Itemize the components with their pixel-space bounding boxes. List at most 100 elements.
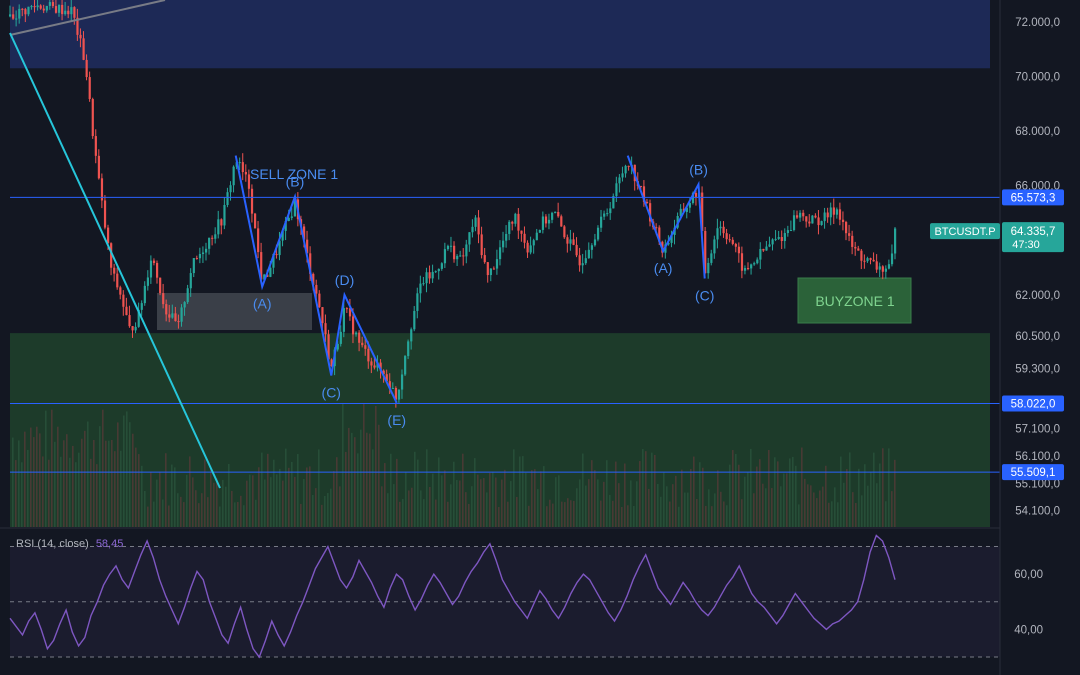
volume-bar [612, 500, 614, 527]
candle-body [462, 255, 465, 257]
volume-bar [276, 474, 278, 527]
price-tick-label: 68.000,0 [1015, 126, 1060, 138]
volume-bar [444, 470, 446, 527]
candle-body [526, 242, 529, 253]
sell-zone-label: SELL ZONE 1 [250, 166, 338, 182]
candle-body [437, 268, 440, 272]
candle-body [82, 38, 85, 60]
volume-bar [351, 432, 353, 527]
volume-bar [579, 479, 581, 527]
candle-body [116, 273, 119, 288]
volume-bar [417, 459, 419, 527]
candle-body [27, 6, 30, 15]
volume-bar [144, 490, 146, 527]
volume-bar [480, 479, 482, 527]
candle-body [606, 213, 609, 215]
volume-bar [870, 472, 872, 527]
candle-body [511, 221, 514, 224]
volume-bar [735, 454, 737, 527]
volume-bar [660, 496, 662, 527]
volume-bar [72, 445, 74, 527]
candle-body [70, 7, 73, 15]
candle-body [624, 165, 627, 174]
candle-body [449, 245, 453, 247]
volume-bar [789, 458, 791, 527]
volume-bar [729, 464, 731, 527]
candle-body [609, 208, 612, 214]
wave-label: (A) [654, 260, 673, 276]
volume-bar [894, 459, 896, 527]
candle-body [532, 240, 535, 246]
candle-body [480, 234, 483, 256]
volume-bar [30, 427, 32, 527]
candle-body [615, 183, 618, 197]
candle-body [253, 213, 257, 229]
volume-bar [606, 460, 608, 527]
volume-bar [723, 501, 725, 527]
volume-bar [126, 411, 128, 527]
candle-body [520, 230, 523, 234]
candle-body [413, 310, 416, 330]
volume-bar [333, 471, 335, 527]
volume-bar [885, 501, 887, 527]
rsi-pane[interactable]: 60,00 40,00 [0, 527, 1043, 659]
volume-bar [528, 505, 530, 527]
candle-body [223, 205, 226, 226]
volume-bar [477, 474, 479, 527]
volume-bar [297, 454, 299, 527]
wave-label: (E) [387, 412, 406, 428]
volume-bar [165, 453, 167, 527]
volume-bar [105, 440, 107, 527]
candle-body [869, 258, 872, 260]
candle-body [789, 230, 793, 232]
volume-bar [483, 478, 485, 527]
volume-bar [858, 468, 860, 527]
volume-bar [846, 469, 848, 527]
candle-body [875, 261, 878, 270]
volume-bar [582, 453, 584, 527]
volume-bar [15, 460, 17, 527]
candle-body [42, 8, 45, 11]
volume-bar [33, 437, 35, 527]
volume-bar [495, 477, 497, 527]
volume-bar [597, 479, 599, 527]
candle-body [211, 237, 214, 239]
volume-bar [426, 449, 428, 527]
candle-body [771, 239, 774, 245]
volume-bar [339, 486, 341, 527]
candle-body [514, 213, 517, 224]
volume-bar [396, 458, 398, 527]
candle-body [453, 245, 456, 260]
candle-body [826, 212, 829, 218]
candle-body [103, 200, 107, 228]
candle-body [768, 244, 771, 247]
volume-bar [78, 452, 80, 527]
candle-body [743, 268, 747, 271]
volume-bar [399, 501, 401, 527]
candle-body [707, 262, 710, 274]
volume-bar [753, 493, 755, 527]
volume-bar [711, 506, 713, 527]
volume-bar [801, 447, 803, 527]
candle-body [97, 155, 101, 179]
volume-bar [342, 403, 344, 527]
trading-chart[interactable]: (A)(B)(C)(D)(E)(A)(B)(C)SELL ZONE 1BUYZO… [0, 0, 1080, 675]
candle-body [814, 215, 817, 218]
volume-bar [132, 433, 134, 527]
candle-body [33, 6, 36, 8]
volume-bar [876, 483, 878, 527]
volume-bar [561, 501, 563, 527]
volume-bar [18, 440, 20, 527]
candle-body [174, 313, 177, 322]
volume-bar [57, 426, 59, 527]
volume-bar [510, 481, 512, 527]
volume-bar [369, 433, 371, 527]
candle-body [94, 136, 97, 156]
volume-bar [519, 456, 521, 527]
candle-body [593, 239, 597, 246]
volume-bar [879, 463, 881, 527]
volume-bar [312, 494, 314, 527]
price-tick-label: 59.300,0 [1015, 364, 1060, 376]
wave-label: (A) [253, 296, 272, 312]
volume-bar [714, 493, 716, 527]
